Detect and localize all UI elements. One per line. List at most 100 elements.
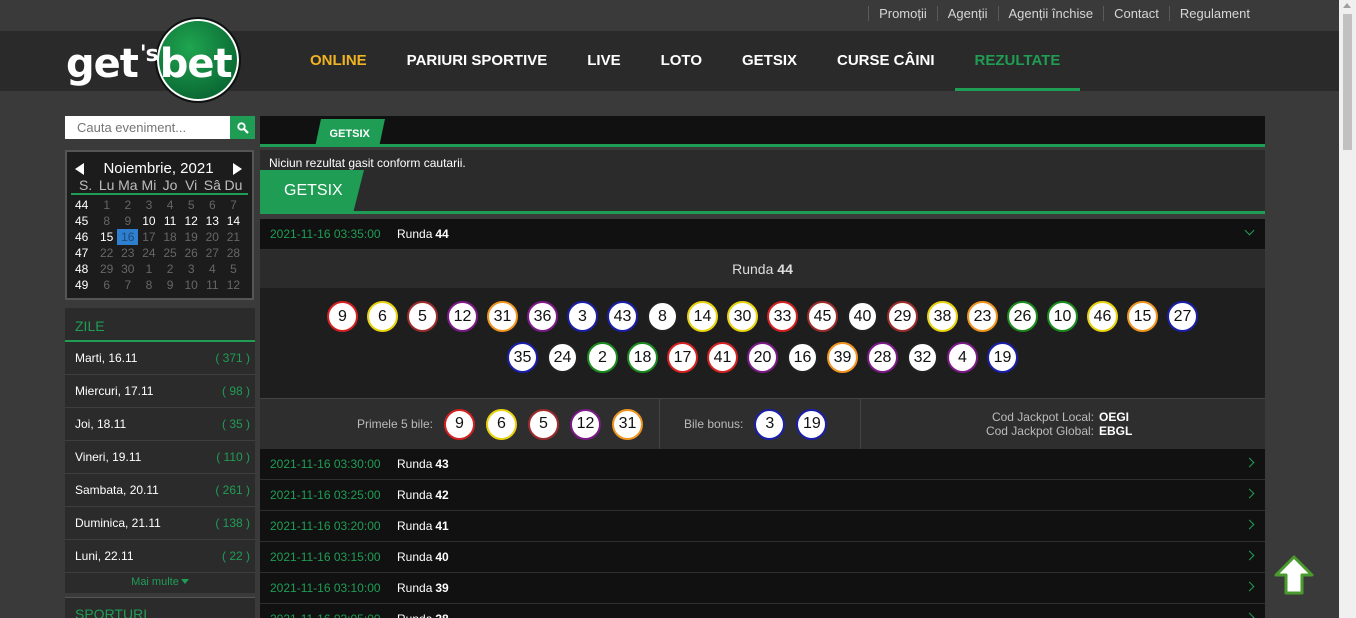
calendar-day[interactable]: 14 (223, 213, 244, 229)
ball-yellow: 6 (486, 408, 517, 440)
toplink-promotii[interactable]: Promoții (868, 6, 937, 21)
scrollbar-thumb[interactable] (1343, 14, 1352, 150)
jackpot-info: Cod Jackpot Local: OEGI Cod Jackpot Globa… (986, 410, 1137, 438)
chevron-right-icon[interactable] (1244, 581, 1255, 592)
calendar-day[interactable]: 9 (160, 277, 181, 293)
scroll-up-icon[interactable] (1343, 3, 1351, 8)
day-item[interactable]: Joi, 18.11 ( 35 ) (65, 408, 255, 441)
ball-yellow: 46 (1087, 301, 1118, 332)
result-row[interactable]: 2021-11-16 03:10:00 Runda 39 (260, 573, 1265, 604)
result-row[interactable]: 2021-11-16 03:15:00 Runda 40 (260, 542, 1265, 573)
calendar-day[interactable]: 29 (96, 261, 117, 277)
calendar-day[interactable]: 23 (117, 245, 138, 261)
calendar-day[interactable]: 12 (223, 277, 244, 293)
calendar-day[interactable]: 2 (117, 197, 138, 213)
toplink-contact[interactable]: Contact (1103, 6, 1169, 21)
chevron-right-icon[interactable] (1244, 550, 1255, 561)
calendar-day[interactable]: 15 (96, 229, 117, 245)
nav-pariuri-sportive[interactable]: PARIURI SPORTIVE (387, 31, 568, 91)
calendar-day[interactable]: 10 (181, 277, 202, 293)
calendar-day[interactable]: 6 (202, 197, 223, 213)
calendar-day[interactable]: 13 (202, 213, 223, 229)
calendar-day[interactable]: 7 (223, 197, 244, 213)
calendar-day[interactable]: 27 (202, 245, 223, 261)
result-row[interactable]: 2021-11-16 03:30:00 Runda 43 (260, 449, 1265, 480)
nav-rezultate[interactable]: REZULTATE (954, 31, 1081, 91)
calendar-day[interactable]: 11 (160, 213, 181, 229)
day-item[interactable]: Vineri, 19.11 ( 110 ) (65, 441, 255, 474)
chevron-right-icon[interactable] (1244, 488, 1255, 499)
calendar-day[interactable]: 6 (96, 277, 117, 293)
calendar-day[interactable]: 21 (223, 229, 244, 245)
calendar-day[interactable]: 12 (181, 213, 202, 229)
calendar-day[interactable]: 30 (117, 261, 138, 277)
arrow-up-icon[interactable] (1272, 553, 1316, 597)
day-item[interactable]: Sambata, 20.11 ( 261 ) (65, 474, 255, 507)
weekday: Mi (141, 177, 157, 193)
calendar-day[interactable]: 8 (96, 213, 117, 229)
day-item[interactable]: Duminica, 21.11 ( 138 ) (65, 507, 255, 540)
more-days-link[interactable]: Mai multe (65, 573, 255, 593)
calendar-day[interactable]: 1 (138, 261, 159, 277)
tab-getsix[interactable]: GETSIX (315, 119, 385, 147)
ball-blue: 43 (607, 301, 638, 332)
day-item[interactable]: Marti, 16.11 ( 371 ) (65, 342, 255, 375)
calendar-day[interactable]: 8 (138, 277, 159, 293)
calendar-day[interactable]: 1 (96, 197, 117, 213)
search-input[interactable] (65, 116, 230, 139)
week-number: 47 (75, 246, 89, 260)
result-row-open[interactable]: 2021-11-16 03:35:00 Runda 44 (260, 219, 1265, 250)
nav-getsix[interactable]: GETSIX (722, 31, 817, 91)
calendar-day[interactable]: 28 (223, 245, 244, 261)
page-scrollbar[interactable] (1339, 0, 1356, 618)
calendar-day[interactable]: 9 (117, 213, 138, 229)
day-item[interactable]: Luni, 22.11 ( 22 ) (65, 540, 255, 573)
ball-black: 32 (907, 342, 938, 373)
toplink-regulament[interactable]: Regulament (1168, 6, 1260, 21)
calendar-day[interactable]: 17 (138, 229, 159, 245)
chevron-right-icon[interactable] (1244, 612, 1255, 618)
search-button[interactable] (230, 116, 255, 139)
calendar-day[interactable]: 5 (181, 197, 202, 213)
day-item[interactable]: Miercuri, 17.11 ( 98 ) (65, 375, 255, 408)
calendar-day[interactable]: 20 (202, 229, 223, 245)
calendar-day[interactable]: 10 (138, 213, 159, 229)
ball-blue: 3 (754, 408, 786, 440)
calendar-day[interactable]: 22 (96, 245, 117, 261)
calendar-day[interactable]: 26 (181, 245, 202, 261)
caret-down-icon (180, 579, 189, 584)
chevron-down-icon[interactable] (1244, 225, 1255, 236)
calendar-day[interactable]: 24 (138, 245, 159, 261)
result-row[interactable]: 2021-11-16 03:25:00 Runda 42 (260, 480, 1265, 511)
calendar-day[interactable]: 16 (117, 229, 139, 245)
toplink-agentii-inchise[interactable]: Agenții închise (997, 6, 1104, 21)
calendar-day[interactable]: 3 (181, 261, 202, 277)
calendar-day[interactable]: 11 (202, 277, 223, 293)
calendar-day[interactable]: 5 (223, 261, 244, 277)
calendar-day[interactable]: 2 (160, 261, 181, 277)
day-count: ( 138 ) (215, 516, 250, 530)
calendar-day[interactable]: 7 (117, 277, 138, 293)
result-row[interactable]: 2021-11-16 03:20:00 Runda 41 (260, 511, 1265, 542)
nav-curse-caini[interactable]: CURSE CÂINI (817, 31, 955, 91)
ball-green: 26 (1007, 301, 1038, 332)
nav-online[interactable]: ONLINE (290, 31, 387, 91)
chevron-right-icon[interactable] (1244, 457, 1255, 468)
next-month-icon[interactable] (233, 162, 242, 175)
result-summary: Primele 5 bile: 9 6 5 12 31 Bile bonus: 3 19 … (260, 398, 1265, 449)
result-row[interactable]: 2021-11-16 03:05:00Runda38 (260, 604, 1265, 618)
prev-month-icon[interactable] (75, 162, 84, 175)
toplink-agentii[interactable]: Agenții (936, 6, 998, 21)
calendar-day[interactable]: 3 (138, 197, 159, 213)
calendar-day[interactable]: 25 (160, 245, 181, 261)
calendar-day[interactable]: 19 (181, 229, 202, 245)
nav-loto[interactable]: LOTO (641, 31, 722, 91)
jackpot-local-code: OEGI (1099, 410, 1130, 424)
calendar-day[interactable]: 4 (160, 197, 181, 213)
nav-live[interactable]: LIVE (567, 31, 640, 91)
chevron-right-icon[interactable] (1244, 519, 1255, 530)
calendar-day[interactable]: 18 (160, 229, 181, 245)
weekday: Vi (185, 177, 198, 193)
first-five-balls: Primele 5 bile: 9 6 5 12 31 (260, 399, 660, 449)
calendar-day[interactable]: 4 (202, 261, 223, 277)
